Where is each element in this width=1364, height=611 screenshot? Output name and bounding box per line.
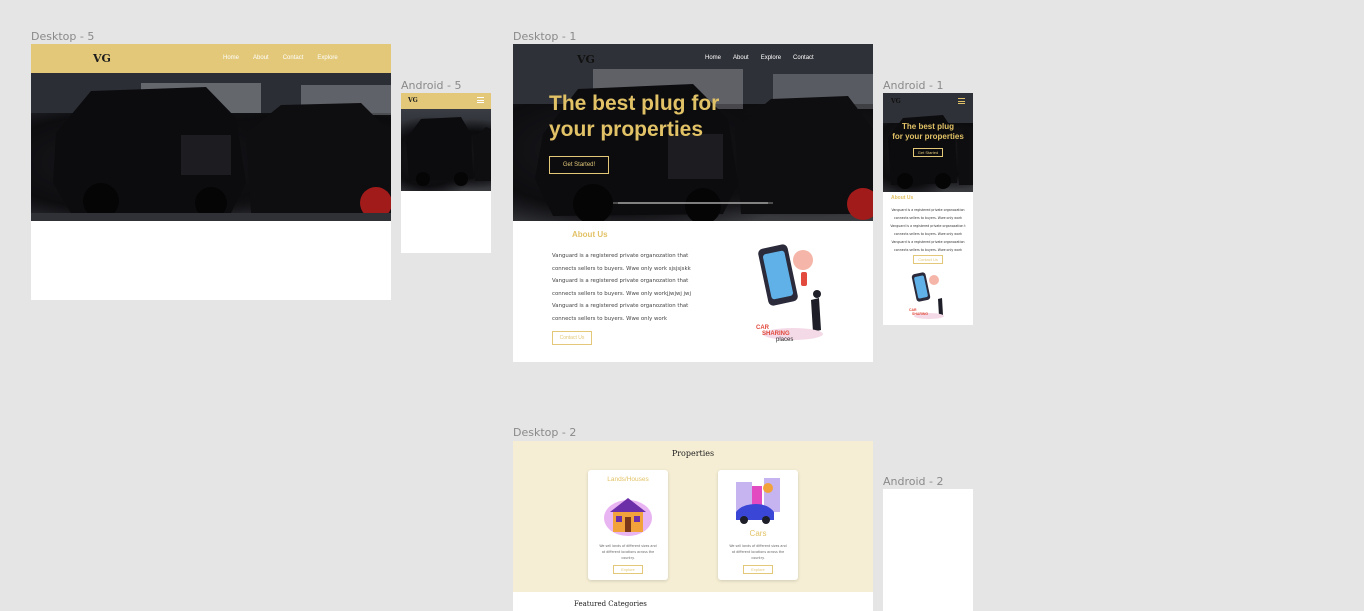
frame-android-2[interactable]: [883, 489, 973, 611]
about-text: Vanguard is a registered private organoz…: [552, 253, 691, 322]
logo[interactable]: VG: [408, 97, 418, 104]
illustration-label: CAR SHARING places: [756, 325, 794, 343]
hero-title: The best plug for your properties: [892, 122, 964, 141]
frame-desktop-5[interactable]: VG Home About Contact Explore: [31, 44, 391, 300]
card-description: We sell lands of different sizes and at …: [599, 544, 657, 560]
contact-us-button[interactable]: Contact Us: [913, 255, 943, 264]
about-heading: About Us: [572, 230, 608, 239]
car-sharing-illustration: CAR SHARING: [909, 271, 949, 321]
carousel-indicator: [618, 202, 768, 204]
logo[interactable]: VG: [577, 53, 595, 66]
nav-contact[interactable]: Contact: [283, 55, 304, 61]
navbar: VG: [401, 93, 491, 109]
contact-us-button[interactable]: Contact Us: [552, 331, 592, 345]
get-started-button[interactable]: Get Started: [913, 148, 943, 157]
nav-explore[interactable]: Explore: [317, 55, 337, 61]
frame-label-desktop-2: Desktop - 2: [513, 426, 577, 439]
card-title: Cars: [749, 529, 767, 538]
hamburger-icon[interactable]: [477, 97, 484, 103]
illustration-label: CAR SHARING: [909, 308, 929, 316]
hero-car-image: [401, 109, 491, 191]
logo[interactable]: VG: [93, 52, 111, 65]
house-illustration: [602, 488, 654, 538]
car-sharing-illustration: CAR SHARING places: [753, 242, 833, 347]
properties-heading: Properties: [671, 449, 715, 458]
frame-desktop-1[interactable]: VG Home About Explore Contact The best p…: [513, 44, 873, 362]
nav-links: Home About Contact Explore: [223, 55, 338, 61]
frame-label-desktop-1: Desktop - 1: [513, 30, 577, 43]
nav-home[interactable]: Home: [705, 55, 721, 61]
nav-contact[interactable]: Contact: [793, 55, 814, 61]
get-started-button[interactable]: Get Started!: [549, 156, 609, 174]
hero-title: The best plug for your properties: [549, 92, 720, 141]
frame-android-1[interactable]: VG The best plug for your properties Get…: [883, 93, 973, 325]
explore-button[interactable]: Explore: [743, 565, 773, 574]
nav-about[interactable]: About: [253, 55, 269, 61]
nav-links: Home About Explore Contact: [705, 55, 814, 61]
frame-label-android-2: Android - 2: [883, 475, 944, 488]
property-card[interactable]: Lands/Houses We sell lands of different …: [588, 470, 668, 580]
featured-heading: Featured Categories: [574, 600, 647, 608]
navbar: VG Home About Contact Explore: [31, 44, 391, 73]
nav-about[interactable]: About: [733, 55, 749, 61]
about-heading: About Us: [891, 195, 914, 201]
featured-section: Featured Categories: [513, 592, 873, 611]
hero-car-image: [883, 93, 973, 192]
frame-android-5[interactable]: VG: [401, 93, 491, 253]
hero-car-image: [31, 73, 391, 221]
nav-home[interactable]: Home: [223, 55, 239, 61]
frame-label-android-1: Android - 1: [883, 79, 944, 92]
card-title: Lands/Houses: [607, 476, 649, 483]
frame-label-desktop-5: Desktop - 5: [31, 30, 95, 43]
about-text: Vanguard is a registered private organoz…: [890, 208, 966, 252]
nav-explore[interactable]: Explore: [761, 55, 781, 61]
frame-label-android-5: Android - 5: [401, 79, 462, 92]
property-card[interactable]: Cars We sell lands of different sizes an…: [718, 470, 798, 580]
explore-button[interactable]: Explore: [613, 565, 643, 574]
frame-desktop-2[interactable]: Properties Lands/Houses We sell lands of…: [513, 441, 873, 611]
card-description: We sell lands of different sizes and at …: [729, 544, 787, 560]
hamburger-icon[interactable]: [958, 98, 965, 104]
logo[interactable]: VG: [891, 98, 901, 105]
cars-illustration: [732, 474, 784, 526]
